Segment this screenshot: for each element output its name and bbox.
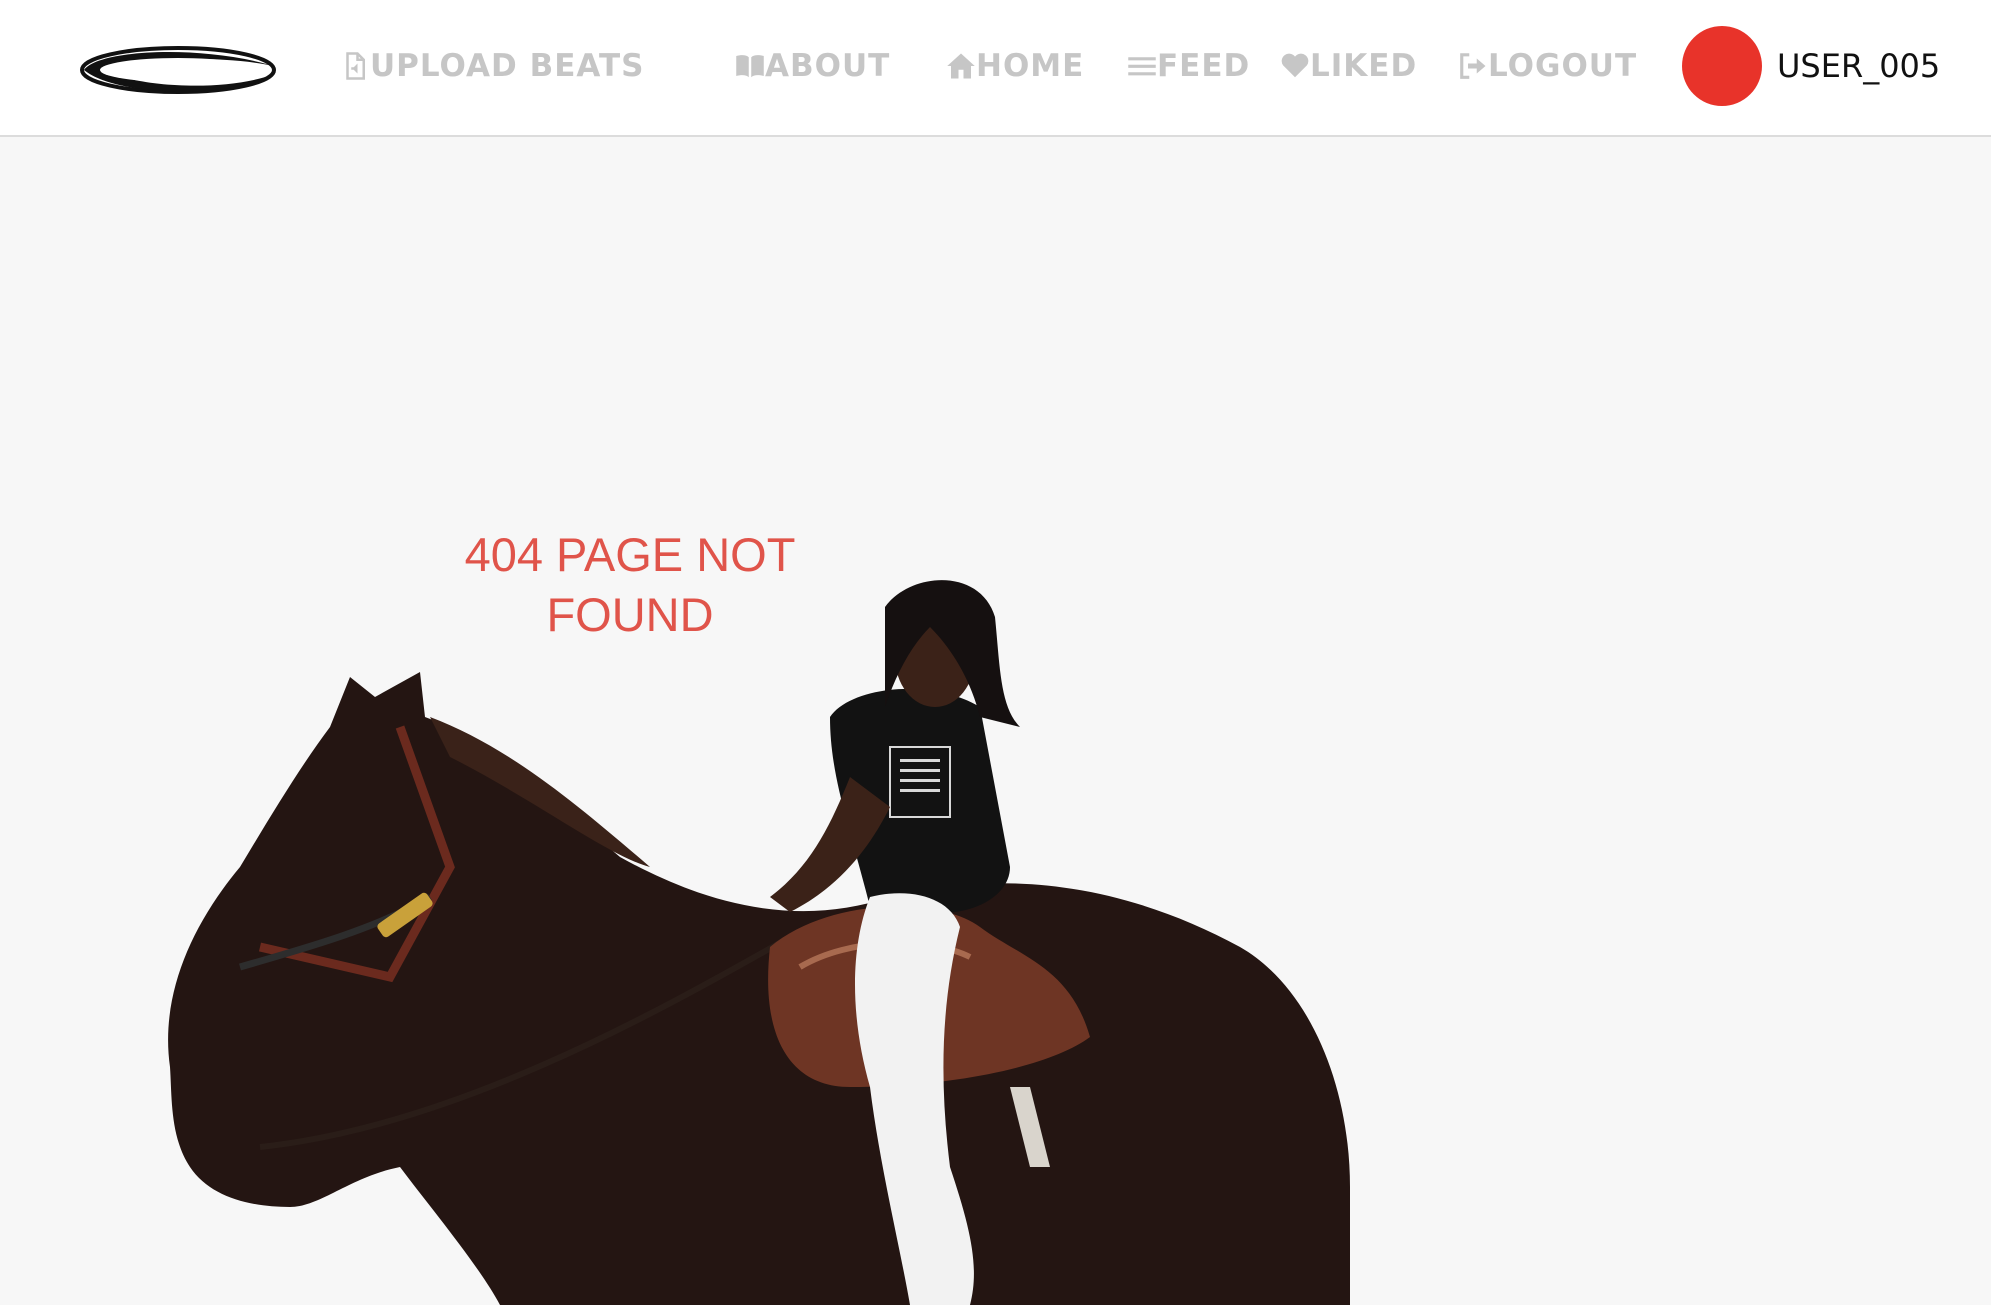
username[interactable]: USER_005: [1777, 44, 1940, 88]
nav-home-label: HOME: [976, 48, 1085, 84]
nav-liked-label: LIKED: [1310, 48, 1418, 84]
book-open-icon: [736, 55, 764, 78]
nav-liked[interactable]: LIKED: [1280, 44, 1417, 88]
nav-feed-label: FEED: [1157, 48, 1251, 84]
menu-lines-icon: [1128, 57, 1156, 76]
top-navbar: UPLOAD BEATS ABOUT HOME FEED LIKED LOGOU…: [0, 0, 1991, 137]
rider-on-horse-image: [168, 580, 1350, 1305]
nav-upload-beats[interactable]: UPLOAD BEATS: [340, 44, 644, 88]
avatar[interactable]: [1682, 26, 1762, 106]
home-icon: [947, 53, 975, 79]
heart-icon: [1281, 53, 1309, 78]
file-audio-icon: [346, 52, 365, 80]
nav-feed[interactable]: FEED: [1127, 44, 1250, 88]
error-title-line-1: 404 PAGE NOT: [464, 528, 796, 581]
nav-about-label: ABOUT: [765, 48, 891, 84]
error-title-line-2: FOUND: [546, 588, 714, 641]
nav-upload-beats-label: UPLOAD BEATS: [370, 48, 645, 84]
nav-home[interactable]: HOME: [946, 44, 1084, 88]
swoosh-logo[interactable]: [78, 40, 278, 100]
sign-out-icon: [1460, 53, 1486, 79]
nav-about[interactable]: ABOUT: [735, 44, 890, 88]
nav-logout[interactable]: LOGOUT: [1458, 44, 1637, 88]
nav-logout-label: LOGOUT: [1488, 48, 1638, 84]
main-content: 404 PAGE NOT FOUND: [0, 137, 1991, 1305]
